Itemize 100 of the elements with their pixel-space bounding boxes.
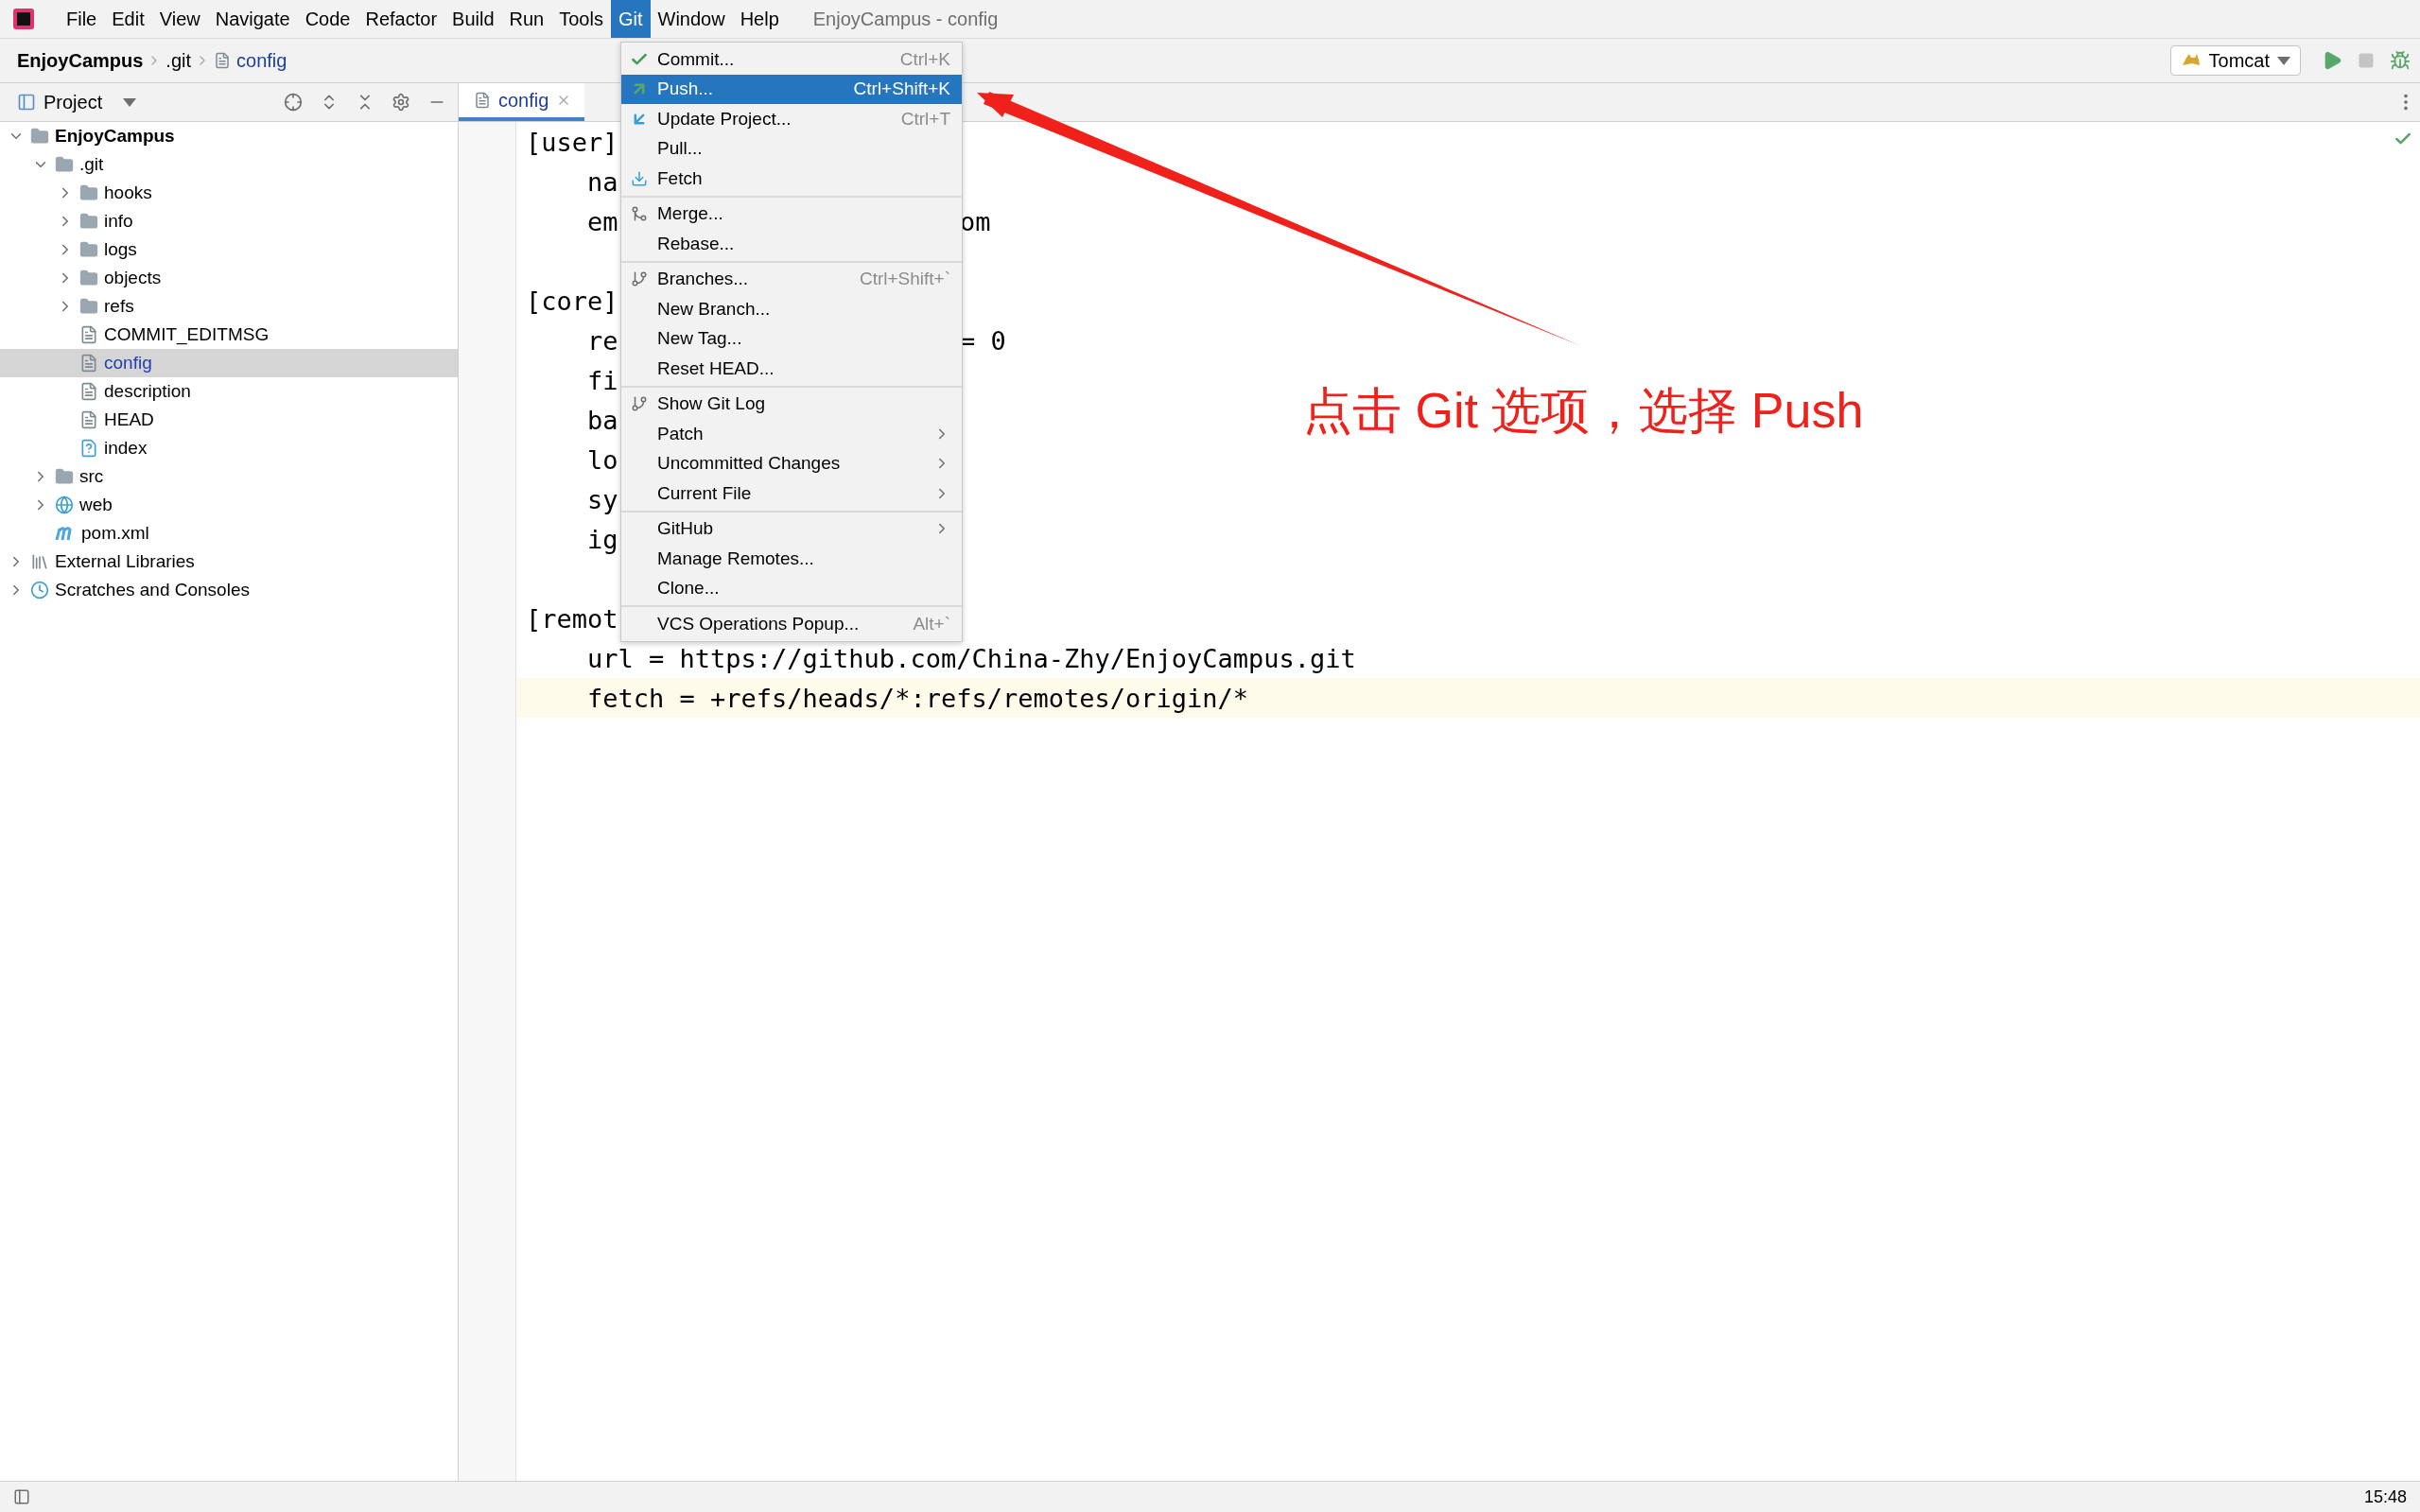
file-icon <box>79 325 98 344</box>
menu-entry[interactable]: Uncommitted Changes <box>621 448 962 478</box>
file-icon <box>79 382 98 401</box>
merge-icon <box>631 205 648 223</box>
menu-entry[interactable]: Manage Remotes... <box>621 544 962 574</box>
menu-entry[interactable]: Pull... <box>621 133 962 164</box>
menu-entry[interactable]: Update Project... Ctrl+T <box>621 104 962 134</box>
code-text: na <box>586 166 618 197</box>
breadcrumb-item[interactable]: .git <box>165 49 192 72</box>
tree-item-label: EnjoyCampus <box>55 126 175 147</box>
menu-item[interactable]: Edit <box>104 0 152 38</box>
file-icon <box>79 354 98 373</box>
menu-entry[interactable]: Fetch <box>621 164 962 194</box>
tree-row[interactable]: HEAD <box>0 406 458 434</box>
libraries-icon <box>30 552 49 571</box>
tree-item-label: logs <box>104 239 137 260</box>
tree-row[interactable]: web <box>0 491 458 519</box>
tree-item-label: Scratches and Consoles <box>55 580 250 600</box>
tree-row[interactable]: logs <box>0 235 458 264</box>
breadcrumb-item[interactable]: EnjoyCampus <box>17 49 144 72</box>
menu-item[interactable]: Run <box>501 0 552 38</box>
menu-entry[interactable]: Merge... <box>621 199 962 229</box>
code-text: [user] <box>526 127 618 157</box>
menu-item[interactable]: Help <box>732 0 787 38</box>
tree-row[interactable]: External Libraries <box>0 547 458 576</box>
tree-row[interactable]: Scratches and Consoles <box>0 576 458 604</box>
menu-item[interactable]: Window <box>650 0 733 38</box>
menu-entry[interactable]: Rebase... <box>621 229 962 259</box>
editor-tab[interactable]: config <box>459 83 585 121</box>
menu-entry[interactable]: Reset HEAD... <box>621 354 962 384</box>
breadcrumb-item[interactable]: config <box>236 49 287 72</box>
scratches-icon <box>30 581 49 600</box>
web-folder-icon <box>55 495 74 514</box>
tree-row[interactable]: description <box>0 377 458 406</box>
tree-row[interactable]: refs <box>0 292 458 321</box>
menu-item[interactable]: Tools <box>551 0 611 38</box>
locate-icon[interactable] <box>284 93 303 112</box>
clock-time: 15:48 <box>2363 1486 2407 1507</box>
code-text: ig <box>586 524 618 554</box>
tool-windows-icon[interactable] <box>13 1488 30 1505</box>
folder-icon <box>79 269 98 287</box>
tree-item-label: index <box>104 438 148 459</box>
file-icon <box>79 410 98 429</box>
menu-entry[interactable]: Current File <box>621 478 962 509</box>
menu-entry[interactable]: GitHub <box>621 513 962 544</box>
tree-row[interactable]: src <box>0 462 458 491</box>
run-configuration-dropdown[interactable]: Tomcat <box>2169 45 2301 76</box>
tree-item-label: hooks <box>104 182 152 203</box>
file-icon <box>214 52 232 69</box>
module-folder-icon <box>30 127 49 146</box>
menu-entry[interactable]: Push... Ctrl+Shift+K <box>621 74 962 104</box>
menu-item[interactable]: File <box>59 0 105 38</box>
tree-item-label: description <box>104 381 191 402</box>
file-icon <box>474 92 491 109</box>
settings-icon[interactable] <box>392 93 410 112</box>
folder-icon <box>79 297 98 316</box>
folder-icon <box>79 183 98 202</box>
code-text: lo <box>586 444 618 475</box>
tree-row[interactable]: .git <box>0 150 458 179</box>
panel-title[interactable]: Project <box>44 91 103 113</box>
menu-item[interactable]: Refactor <box>357 0 445 38</box>
branch-icon <box>631 270 648 288</box>
code-text: [remot <box>526 603 618 634</box>
folder-icon <box>79 240 98 259</box>
menu-item[interactable]: Git <box>610 0 651 38</box>
menu-entry[interactable]: Clone... <box>621 573 962 603</box>
tree-row[interactable]: EnjoyCampus <box>0 122 458 150</box>
menu-entry[interactable]: Branches... Ctrl+Shift+` <box>621 264 962 294</box>
tree-row[interactable]: config <box>0 349 458 377</box>
tree-item-label: .git <box>79 154 104 175</box>
tree-row[interactable]: pom.xml <box>0 519 458 547</box>
window-title: EnjoyCampus - config <box>812 7 999 31</box>
code-text: sy <box>586 484 618 514</box>
tree-row[interactable]: hooks <box>0 179 458 207</box>
caret-down-icon <box>2277 56 2290 65</box>
tree-row[interactable]: COMMIT_EDITMSG <box>0 321 458 349</box>
menu-entry[interactable]: Show Git Log <box>621 389 962 419</box>
tree-row[interactable]: info <box>0 207 458 235</box>
code-text: fi <box>586 365 618 395</box>
project-panel-icon <box>17 93 36 112</box>
menu-entry[interactable]: New Tag... <box>621 323 962 354</box>
menu-item[interactable]: View <box>151 0 208 38</box>
tree-item-label: pom.xml <box>81 523 149 544</box>
menu-entry[interactable]: Commit... Ctrl+K <box>621 44 962 75</box>
caret-down-icon[interactable] <box>123 97 137 107</box>
menu-item[interactable]: Navigate <box>207 0 298 38</box>
menu-entry[interactable]: New Branch... <box>621 294 962 324</box>
code-text: om <box>960 206 991 236</box>
menu-entry[interactable]: Patch <box>621 419 962 449</box>
menu-entry[interactable]: VCS Operations Popup... Alt+` <box>621 609 962 639</box>
debug-icon[interactable] <box>2390 50 2411 71</box>
tree-row[interactable]: objects <box>0 264 458 292</box>
code-text: fetch = +refs/heads/*:refs/remotes/origin/* <box>586 683 1248 713</box>
tree-item-label: info <box>104 211 133 232</box>
branch-icon <box>631 395 648 413</box>
menu-item[interactable]: Build <box>444 0 502 38</box>
unknown-file-icon <box>79 439 98 458</box>
menu-item[interactable]: Code <box>297 0 358 38</box>
tree-row[interactable]: index <box>0 434 458 462</box>
folder-icon <box>55 155 74 174</box>
